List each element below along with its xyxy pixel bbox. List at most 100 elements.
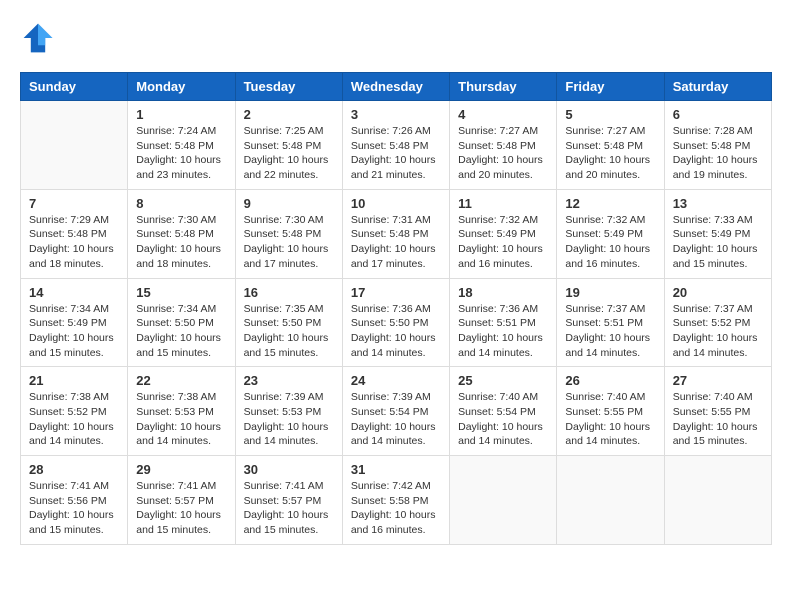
day-info: Sunrise: 7:37 AMSunset: 5:52 PMDaylight:… [673,302,763,361]
day-cell: 16 Sunrise: 7:35 AMSunset: 5:50 PMDayligh… [235,278,342,367]
day-info: Sunrise: 7:40 AMSunset: 5:55 PMDaylight:… [673,390,763,449]
day-info: Sunrise: 7:34 AMSunset: 5:50 PMDaylight:… [136,302,226,361]
day-info: Sunrise: 7:40 AMSunset: 5:54 PMDaylight:… [458,390,548,449]
day-cell: 10 Sunrise: 7:31 AMSunset: 5:48 PMDayligh… [342,189,449,278]
weekday-header: Monday [128,73,235,101]
day-number: 29 [136,462,226,477]
day-number: 25 [458,373,548,388]
day-number: 13 [673,196,763,211]
day-cell: 22 Sunrise: 7:38 AMSunset: 5:53 PMDayligh… [128,367,235,456]
logo-icon [20,20,56,56]
day-info: Sunrise: 7:42 AMSunset: 5:58 PMDaylight:… [351,479,441,538]
day-info: Sunrise: 7:24 AMSunset: 5:48 PMDaylight:… [136,124,226,183]
day-info: Sunrise: 7:28 AMSunset: 5:48 PMDaylight:… [673,124,763,183]
day-cell: 1 Sunrise: 7:24 AMSunset: 5:48 PMDaylight… [128,101,235,190]
day-number: 20 [673,285,763,300]
day-number: 16 [244,285,334,300]
day-number: 12 [565,196,655,211]
day-cell: 17 Sunrise: 7:36 AMSunset: 5:50 PMDayligh… [342,278,449,367]
day-cell: 24 Sunrise: 7:39 AMSunset: 5:54 PMDayligh… [342,367,449,456]
day-number: 5 [565,107,655,122]
day-cell [664,456,771,545]
day-cell: 8 Sunrise: 7:30 AMSunset: 5:48 PMDaylight… [128,189,235,278]
weekday-header: Friday [557,73,664,101]
day-cell: 26 Sunrise: 7:40 AMSunset: 5:55 PMDayligh… [557,367,664,456]
day-info: Sunrise: 7:37 AMSunset: 5:51 PMDaylight:… [565,302,655,361]
day-info: Sunrise: 7:26 AMSunset: 5:48 PMDaylight:… [351,124,441,183]
day-number: 31 [351,462,441,477]
day-cell: 13 Sunrise: 7:33 AMSunset: 5:49 PMDayligh… [664,189,771,278]
day-info: Sunrise: 7:41 AMSunset: 5:57 PMDaylight:… [136,479,226,538]
week-row: 1 Sunrise: 7:24 AMSunset: 5:48 PMDaylight… [21,101,772,190]
day-info: Sunrise: 7:36 AMSunset: 5:51 PMDaylight:… [458,302,548,361]
day-cell: 28Sunrise: 7:41 AMSunset: 5:56 PMDayligh… [21,456,128,545]
day-number: 19 [565,285,655,300]
day-number: 3 [351,107,441,122]
day-cell: 11 Sunrise: 7:32 AMSunset: 5:49 PMDayligh… [450,189,557,278]
day-number: 7 [29,196,119,211]
week-row: 14Sunrise: 7:34 AMSunset: 5:49 PMDayligh… [21,278,772,367]
day-info: Sunrise: 7:38 AMSunset: 5:53 PMDaylight:… [136,390,226,449]
day-number: 10 [351,196,441,211]
day-number: 2 [244,107,334,122]
day-cell: 23Sunrise: 7:39 AMSunset: 5:53 PMDayligh… [235,367,342,456]
week-row: 7 Sunrise: 7:29 AMSunset: 5:48 PMDaylight… [21,189,772,278]
day-cell: 2 Sunrise: 7:25 AMSunset: 5:48 PMDaylight… [235,101,342,190]
day-info: Sunrise: 7:36 AMSunset: 5:50 PMDaylight:… [351,302,441,361]
day-cell: 27 Sunrise: 7:40 AMSunset: 5:55 PMDayligh… [664,367,771,456]
day-cell: 19 Sunrise: 7:37 AMSunset: 5:51 PMDayligh… [557,278,664,367]
day-info: Sunrise: 7:41 AMSunset: 5:57 PMDaylight:… [244,479,334,538]
week-row: 28Sunrise: 7:41 AMSunset: 5:56 PMDayligh… [21,456,772,545]
day-cell: 29 Sunrise: 7:41 AMSunset: 5:57 PMDayligh… [128,456,235,545]
day-info: Sunrise: 7:35 AMSunset: 5:50 PMDaylight:… [244,302,334,361]
day-cell: 6 Sunrise: 7:28 AMSunset: 5:48 PMDaylight… [664,101,771,190]
day-cell: 3 Sunrise: 7:26 AMSunset: 5:48 PMDaylight… [342,101,449,190]
day-info: Sunrise: 7:34 AMSunset: 5:49 PMDaylight:… [29,302,119,361]
day-info: Sunrise: 7:25 AMSunset: 5:48 PMDaylight:… [244,124,334,183]
day-info: Sunrise: 7:33 AMSunset: 5:49 PMDaylight:… [673,213,763,272]
day-number: 23 [244,373,334,388]
day-cell: 20 Sunrise: 7:37 AMSunset: 5:52 PMDayligh… [664,278,771,367]
day-number: 6 [673,107,763,122]
day-info: Sunrise: 7:32 AMSunset: 5:49 PMDaylight:… [458,213,548,272]
calendar-table: SundayMondayTuesdayWednesdayThursdayFrid… [20,72,772,545]
weekday-header: Wednesday [342,73,449,101]
day-cell: 18Sunrise: 7:36 AMSunset: 5:51 PMDayligh… [450,278,557,367]
day-info: Sunrise: 7:38 AMSunset: 5:52 PMDaylight:… [29,390,119,449]
day-cell [557,456,664,545]
day-cell: 31 Sunrise: 7:42 AMSunset: 5:58 PMDayligh… [342,456,449,545]
day-cell: 12 Sunrise: 7:32 AMSunset: 5:49 PMDayligh… [557,189,664,278]
day-cell: 5Sunrise: 7:27 AMSunset: 5:48 PMDaylight… [557,101,664,190]
day-info: Sunrise: 7:39 AMSunset: 5:54 PMDaylight:… [351,390,441,449]
day-info: Sunrise: 7:32 AMSunset: 5:49 PMDaylight:… [565,213,655,272]
day-number: 11 [458,196,548,211]
day-info: Sunrise: 7:41 AMSunset: 5:56 PMDaylight:… [29,479,119,538]
logo [20,20,60,56]
day-number: 22 [136,373,226,388]
day-number: 27 [673,373,763,388]
day-number: 24 [351,373,441,388]
day-info: Sunrise: 7:30 AMSunset: 5:48 PMDaylight:… [136,213,226,272]
day-number: 21 [29,373,119,388]
day-cell: 21 Sunrise: 7:38 AMSunset: 5:52 PMDayligh… [21,367,128,456]
weekday-header: Sunday [21,73,128,101]
day-cell: 4 Sunrise: 7:27 AMSunset: 5:48 PMDaylight… [450,101,557,190]
page-header [20,20,772,56]
day-number: 17 [351,285,441,300]
day-info: Sunrise: 7:31 AMSunset: 5:48 PMDaylight:… [351,213,441,272]
day-cell [21,101,128,190]
day-number: 26 [565,373,655,388]
day-cell: 7 Sunrise: 7:29 AMSunset: 5:48 PMDaylight… [21,189,128,278]
day-info: Sunrise: 7:40 AMSunset: 5:55 PMDaylight:… [565,390,655,449]
day-number: 4 [458,107,548,122]
day-number: 8 [136,196,226,211]
day-number: 9 [244,196,334,211]
day-cell: 30 Sunrise: 7:41 AMSunset: 5:57 PMDayligh… [235,456,342,545]
week-row: 21 Sunrise: 7:38 AMSunset: 5:52 PMDayligh… [21,367,772,456]
day-info: Sunrise: 7:27 AMSunset: 5:48 PMDaylight:… [458,124,548,183]
day-cell [450,456,557,545]
day-info: Sunrise: 7:30 AMSunset: 5:48 PMDaylight:… [244,213,334,272]
day-info: Sunrise: 7:29 AMSunset: 5:48 PMDaylight:… [29,213,119,272]
day-number: 1 [136,107,226,122]
day-number: 30 [244,462,334,477]
